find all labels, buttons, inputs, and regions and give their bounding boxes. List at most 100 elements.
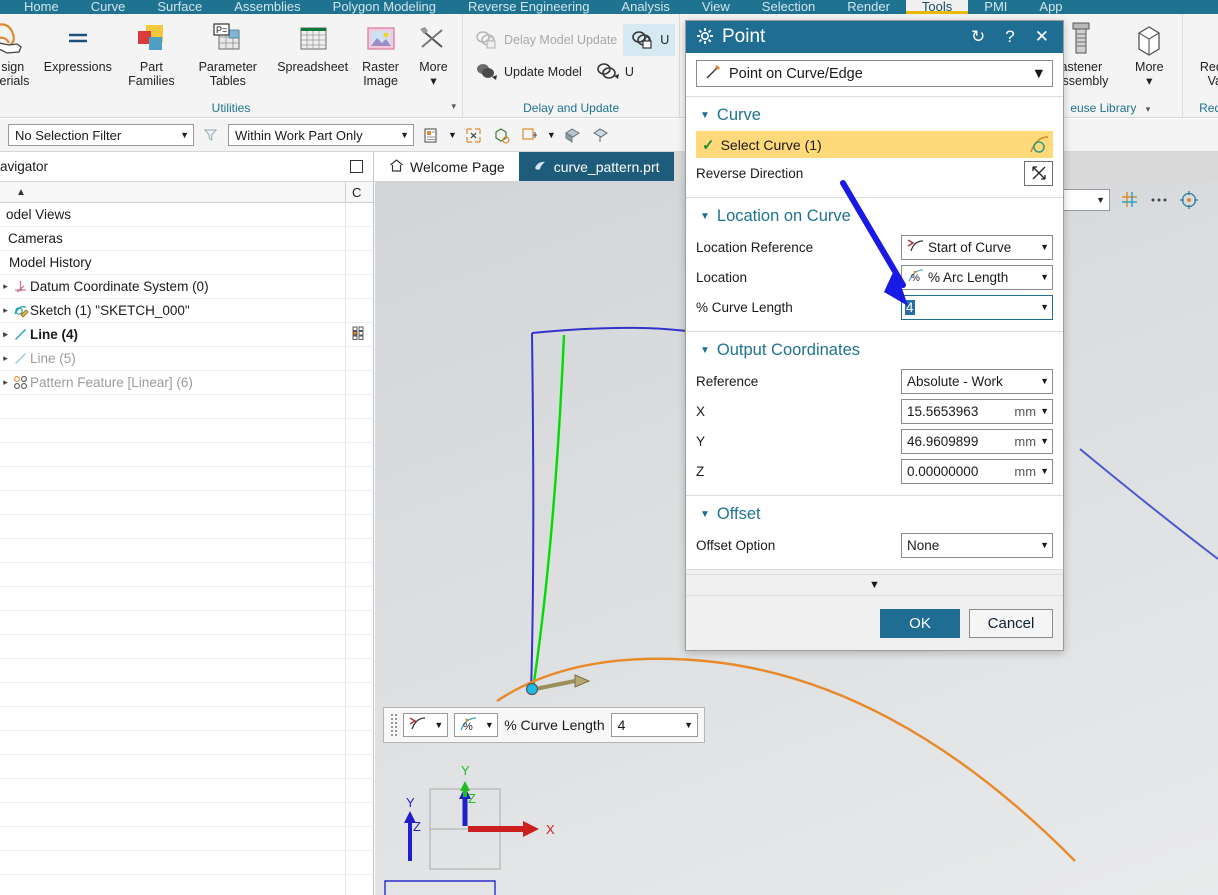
utilities-more-button[interactable]: More ▾ [409, 16, 458, 90]
ribbon-tab-analysis[interactable]: Analysis [605, 0, 685, 14]
nav-item-pattern-feature[interactable]: ▸ Pattern Feature [Linear] (6) [0, 371, 373, 395]
shaded-display-icon[interactable] [562, 124, 584, 146]
reuse-more-button[interactable]: More ▾ [1120, 16, 1178, 90]
ribbon-tab-surface[interactable]: Surface [141, 0, 218, 14]
nav-item-datum-coordinate-system[interactable]: ▸ Datum Coordinate System (0) [0, 275, 373, 299]
work-part-scope-dropdown[interactable]: Within Work Part Only ▼ [228, 124, 414, 146]
ribbon-tab-home[interactable]: Home [8, 0, 75, 14]
reuse-expand-arrow[interactable]: ▾ [1146, 104, 1151, 114]
on-screen-input-value-field[interactable]: 4 ▼ [610, 713, 698, 737]
delay-update-truncated-button[interactable]: U [623, 24, 676, 56]
curve-length-label: % Curve Length [696, 299, 793, 315]
select-curve-row[interactable]: ✓ Select Curve (1) [696, 131, 1053, 158]
ribbon-tab-tools[interactable]: Tools [905, 0, 969, 14]
offset-option-value: None [907, 537, 940, 553]
expressions-button[interactable]: Expressions [35, 16, 120, 76]
utilities-expand-arrow[interactable]: ▾ [451, 101, 456, 112]
selection-filter-dropdown[interactable]: No Selection Filter ▼ [8, 124, 194, 146]
location-reference-mini-dropdown[interactable]: ▼ [403, 713, 448, 737]
ok-button[interactable]: OK [880, 608, 960, 638]
svg-text:%: % [463, 721, 473, 733]
curve-length-input[interactable]: 4 ▼ [901, 294, 1053, 320]
row-separator [345, 203, 346, 226]
expand-toggle-icon[interactable]: ▸ [0, 305, 11, 316]
expand-toggle-icon[interactable]: ▸ [0, 353, 11, 364]
snap-point-settings-icon[interactable] [420, 124, 442, 146]
output-coordinates-header[interactable]: ▼ Output Coordinates [696, 339, 1053, 366]
snap-point-caret-icon[interactable]: ▼ [448, 130, 457, 140]
ribbon-tab-polygon-modeling[interactable]: Polygon Modeling [317, 0, 452, 14]
on-screen-input-bar[interactable]: ▼ % ▼ % Curve Length 4 ▼ [383, 707, 705, 743]
nav-item-line-4[interactable]: ▸ Line (4) [0, 323, 373, 347]
y-coordinate-input[interactable]: 46.9609899 mm ▼ [901, 428, 1053, 454]
location-dropdown[interactable]: % % Arc Length ▼ [901, 264, 1053, 290]
offset-section-header[interactable]: ▼ Offset [696, 503, 1053, 530]
reuse-more-caret[interactable]: ▾ [1146, 74, 1152, 88]
nav-item-model-history[interactable]: Model History [0, 251, 373, 275]
drag-handle-icon[interactable] [390, 713, 398, 737]
snap-endpoint-icon[interactable] [463, 124, 485, 146]
snap-center-icon[interactable] [519, 124, 541, 146]
nav-item-line-5[interactable]: ▸ Line (5) [0, 347, 373, 371]
ribbon-tab-assemblies[interactable]: Assemblies [218, 0, 316, 14]
cancel-button[interactable]: Cancel [969, 608, 1053, 638]
point-dialog-titlebar[interactable]: Point ↻ ? ✕ [686, 21, 1063, 53]
offset-option-dropdown[interactable]: None ▼ [901, 532, 1053, 558]
curve-section-header[interactable]: ▼ Curve [696, 104, 1053, 131]
row-separator [345, 467, 346, 490]
ribbon-tab-curve[interactable]: Curve [75, 0, 142, 14]
ribbon-tab-render[interactable]: Render [831, 0, 906, 14]
point-dialog[interactable]: Point ↻ ? ✕ Point on Curve/Edge ▼ ▼ Curv… [685, 20, 1064, 651]
reverse-direction-button[interactable] [1024, 160, 1053, 186]
point-type-dropdown[interactable]: Point on Curve/Edge ▼ [696, 60, 1053, 87]
select-curve-field[interactable]: ✓ Select Curve (1) [696, 131, 1024, 158]
expand-toggle-icon[interactable]: ▸ [0, 329, 11, 340]
expand-toggle-icon[interactable]: ▸ [0, 281, 11, 292]
pin-panel-icon[interactable] [350, 160, 363, 173]
dialog-expand-more-button[interactable]: ▼ [686, 574, 1063, 596]
delay-model-update-button[interactable]: Delay Model Update [467, 24, 623, 56]
ribbon-tab-app[interactable]: App [1023, 0, 1078, 14]
snap-settings-icon[interactable] [1178, 189, 1200, 211]
help-icon[interactable]: ? [999, 27, 1020, 47]
sort-ascending-icon[interactable]: ▲ [16, 187, 26, 198]
location-reference-dropdown[interactable]: Start of Curve ▼ [901, 234, 1053, 260]
update-model-button[interactable]: Update Model [467, 56, 588, 88]
snap-more-caret-icon[interactable]: ▼ [547, 130, 556, 140]
parameter-tables-button[interactable]: P= Parameter Tables [183, 16, 274, 90]
x-coordinate-input[interactable]: 15.5653963 mm ▼ [901, 398, 1053, 424]
render-style-icon[interactable] [590, 124, 612, 146]
close-icon[interactable]: ✕ [1029, 27, 1055, 47]
nav-item-sketch[interactable]: ▸ Sketch (1) "SKETCH_000" [0, 299, 373, 323]
ribbon-tab-pmi[interactable]: PMI [968, 0, 1023, 14]
part-families-button[interactable]: Part Families [120, 16, 182, 90]
filter-reset-icon[interactable] [200, 124, 222, 146]
reverse-direction-row[interactable]: Reverse Direction [696, 158, 1053, 188]
raster-image-button[interactable]: Raster Image [352, 16, 409, 90]
reference-dropdown[interactable]: Absolute - Work ▼ [901, 368, 1053, 394]
snap-face-icon[interactable] [491, 124, 513, 146]
file-tab-welcome-page[interactable]: Welcome Page [375, 152, 519, 181]
requirements-validate-button[interactable]: Requ Va [1187, 16, 1218, 90]
expand-toggle-icon[interactable]: ▸ [0, 377, 11, 388]
select-curve-button[interactable] [1024, 131, 1053, 158]
location-on-curve-header[interactable]: ▼ Location on Curve [696, 205, 1053, 232]
check-icon: ✓ [702, 136, 715, 154]
spreadsheet-icon [295, 18, 331, 60]
ribbon-tab-reverse-engineering[interactable]: Reverse Engineering [452, 0, 605, 14]
z-coordinate-input[interactable]: 0.00000000 mm ▼ [901, 458, 1053, 484]
update-truncated-button[interactable]: U [588, 56, 640, 88]
ribbon-tab-selection[interactable]: Selection [746, 0, 831, 14]
ribbon-tab-view[interactable]: View [686, 0, 746, 14]
nav-item-cameras[interactable]: Cameras [0, 227, 373, 251]
assign-materials-button[interactable]: sign terials [0, 16, 35, 90]
file-tab-curve-pattern[interactable]: curve_pattern.prt [518, 152, 674, 181]
reset-icon[interactable]: ↻ [965, 27, 991, 47]
datum-plane-icon[interactable] [1118, 189, 1140, 211]
spreadsheet-button[interactable]: Spreadsheet [273, 16, 352, 76]
overflow-menu-icon[interactable] [1148, 189, 1170, 211]
nav-empty-row [0, 419, 373, 443]
nav-item-model-views[interactable]: odel Views [0, 203, 373, 227]
utilities-more-caret[interactable]: ▾ [430, 74, 436, 88]
location-mode-mini-dropdown[interactable]: % ▼ [453, 713, 499, 737]
